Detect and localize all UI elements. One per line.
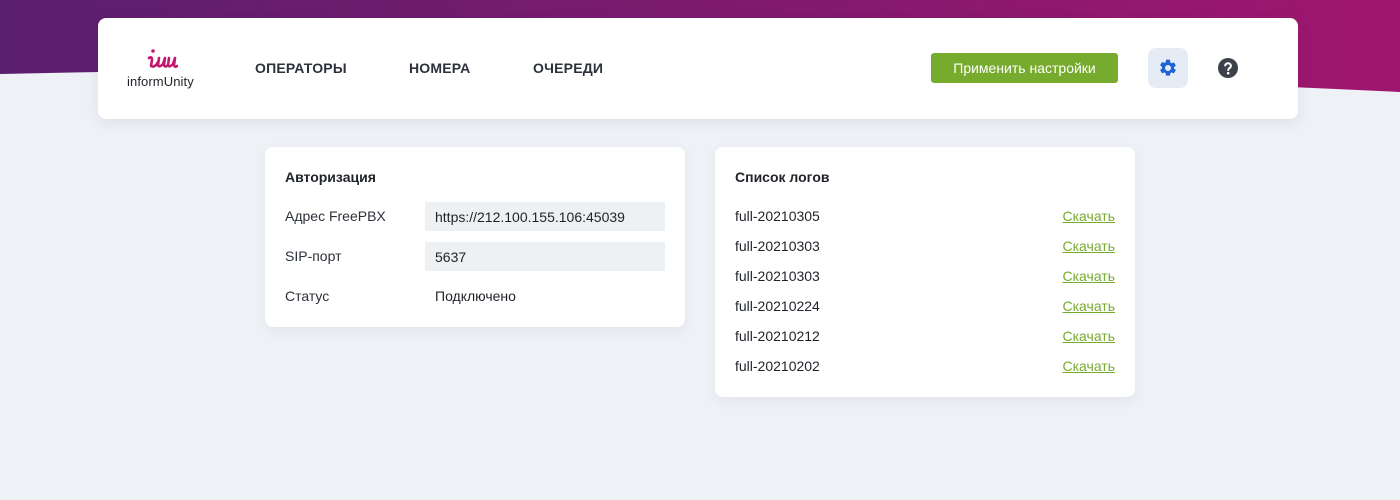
log-list-item: full-20210303 Скачать: [735, 268, 1115, 288]
sip-port-input[interactable]: [425, 242, 665, 271]
help-icon: [1218, 58, 1238, 78]
nav-item-queues[interactable]: ОЧЕРЕДИ: [533, 60, 603, 76]
logs-list-card: Список логов full-20210305 Скачать full-…: [715, 147, 1135, 397]
logo-wordmark: informUnity: [127, 74, 194, 89]
help-button[interactable]: [1216, 56, 1240, 80]
log-download-link[interactable]: Скачать: [1063, 358, 1116, 374]
log-list-item: full-20210202 Скачать: [735, 358, 1115, 378]
logs-list-title: Список логов: [735, 169, 830, 185]
freepbx-address-label: Адрес FreePBX: [285, 208, 386, 224]
log-file-name: full-20210212: [735, 328, 820, 344]
log-file-name: full-20210305: [735, 208, 820, 224]
log-list-item: full-20210224 Скачать: [735, 298, 1115, 318]
log-file-name: full-20210303: [735, 268, 820, 284]
log-download-link[interactable]: Скачать: [1063, 208, 1116, 224]
log-file-name: full-20210202: [735, 358, 820, 374]
settings-button[interactable]: [1148, 48, 1188, 88]
log-download-link[interactable]: Скачать: [1063, 238, 1116, 254]
top-navigation-bar: informUnity ОПЕРАТОРЫ НОМЕРА ОЧЕРЕДИ При…: [98, 18, 1298, 119]
gear-icon: [1160, 59, 1176, 76]
log-download-link[interactable]: Скачать: [1063, 328, 1116, 344]
informunity-logo[interactable]: informUnity: [127, 48, 199, 92]
log-list-item: full-20210305 Скачать: [735, 208, 1115, 228]
log-list-item: full-20210303 Скачать: [735, 238, 1115, 258]
log-file-name: full-20210224: [735, 298, 820, 314]
status-label: Статус: [285, 288, 330, 304]
informunity-logo-mark-icon: [147, 49, 178, 69]
nav-item-numbers[interactable]: НОМЕРА: [409, 60, 470, 76]
log-download-link[interactable]: Скачать: [1063, 298, 1116, 314]
sip-port-label: SIP-порт: [285, 248, 342, 264]
nav-item-operators[interactable]: ОПЕРАТОРЫ: [255, 60, 347, 76]
log-file-name: full-20210303: [735, 238, 820, 254]
log-list-item: full-20210212 Скачать: [735, 328, 1115, 348]
authorization-title: Авторизация: [285, 169, 376, 185]
authorization-card: Авторизация Адрес FreePBX SIP-порт Стату…: [265, 147, 685, 327]
freepbx-address-input[interactable]: [425, 202, 665, 231]
status-value: Подключено: [435, 288, 516, 304]
apply-settings-button[interactable]: Применить настройки: [931, 53, 1118, 83]
log-download-link[interactable]: Скачать: [1063, 268, 1116, 284]
